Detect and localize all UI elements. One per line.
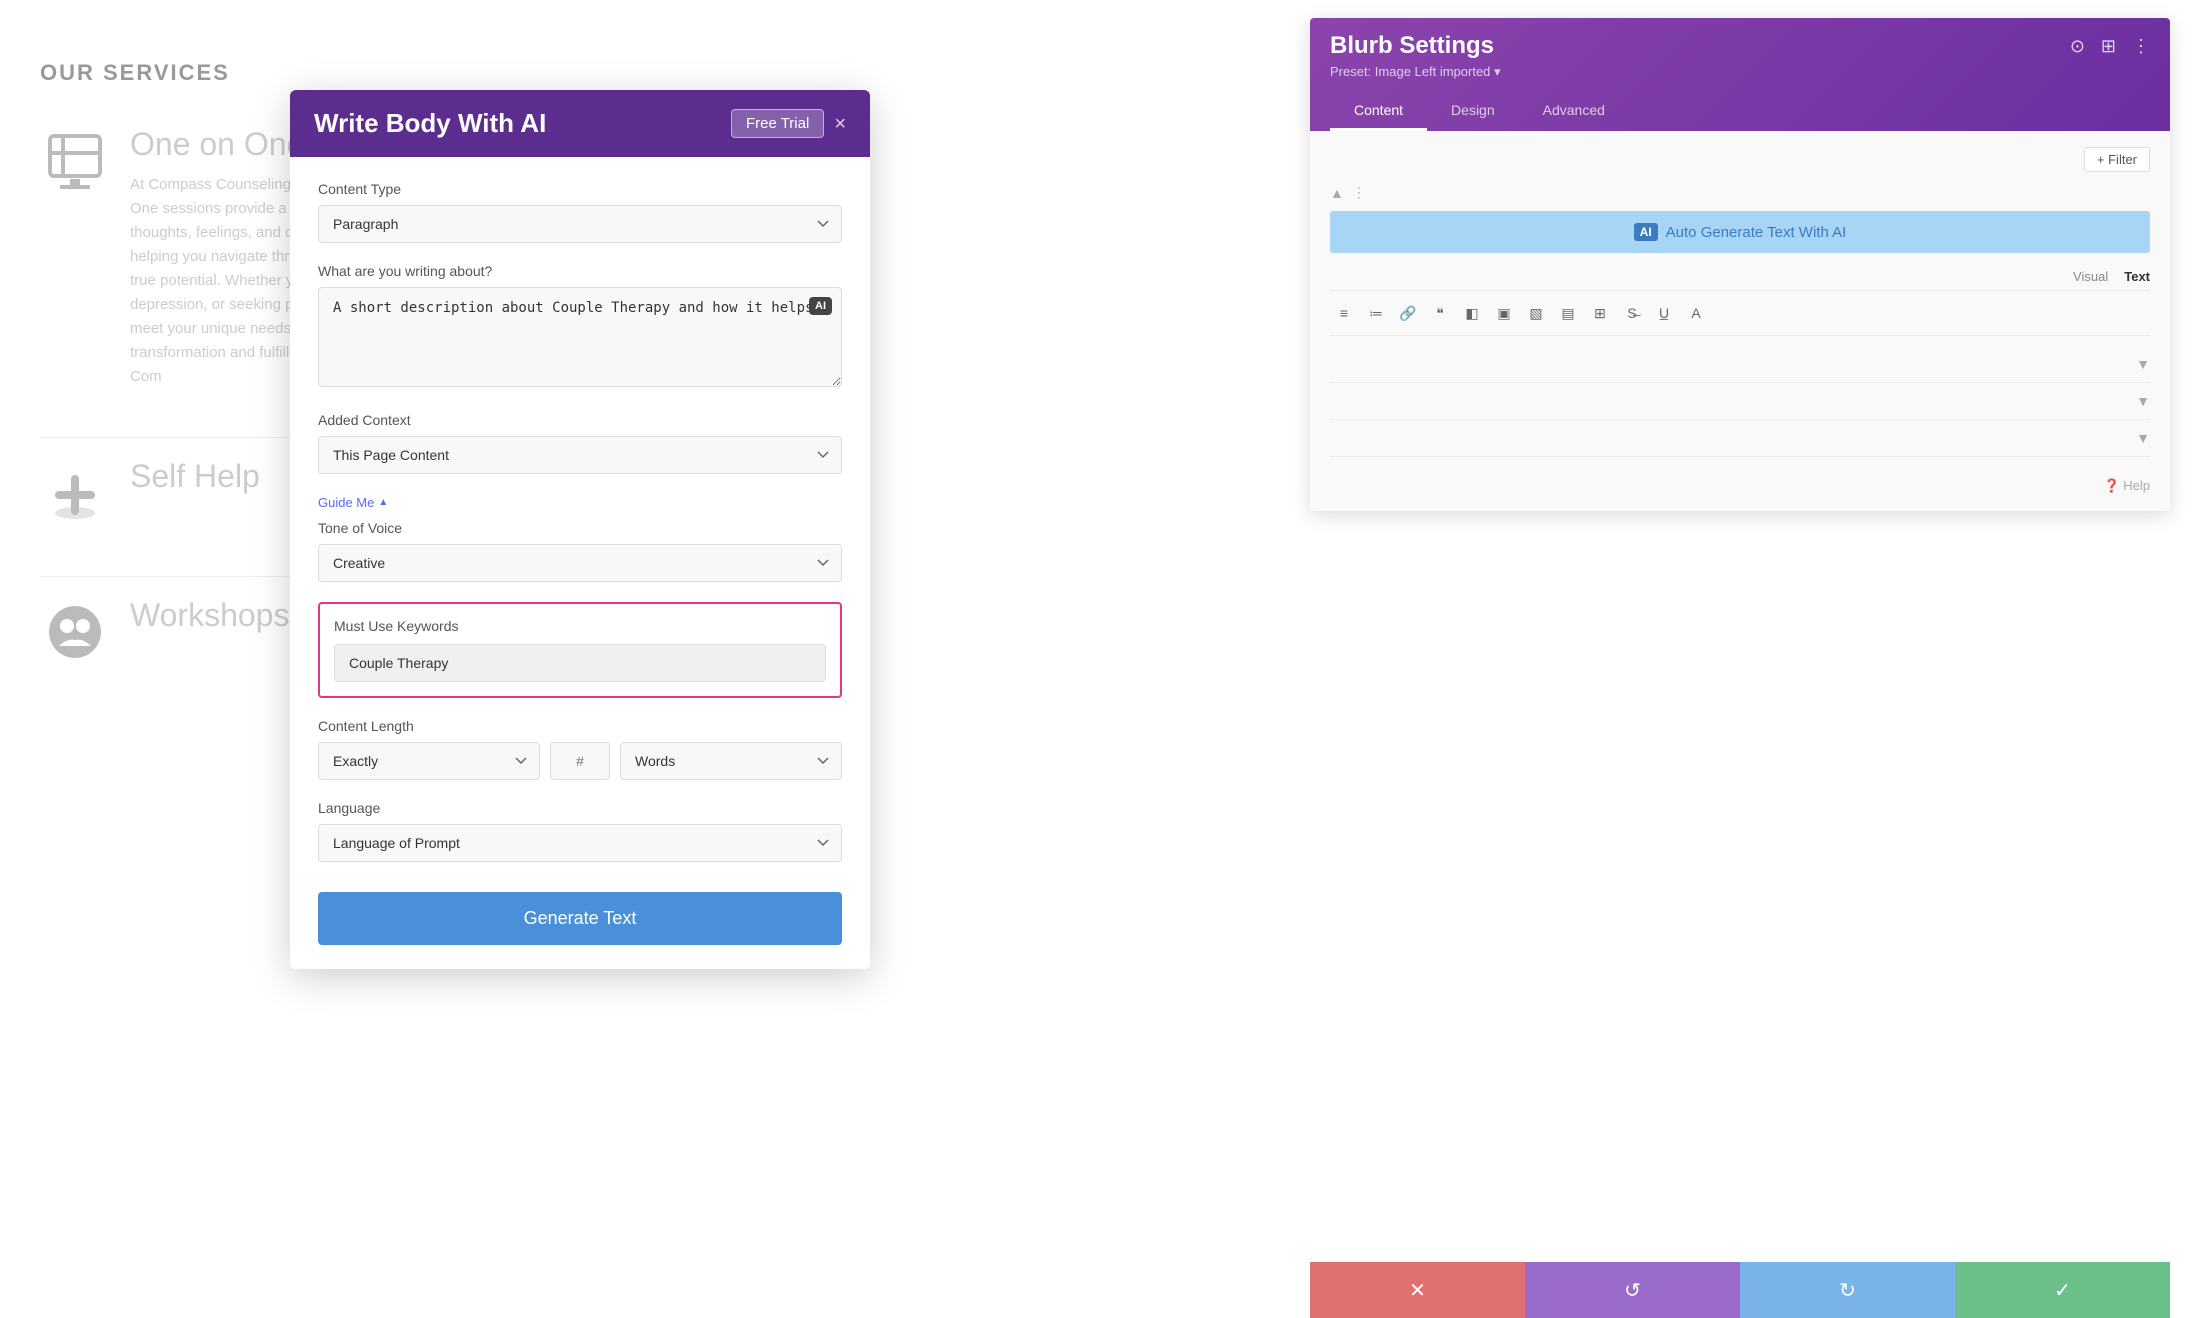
ai-badge: AI [809,297,832,315]
tone-label: Tone of Voice [318,520,842,536]
cancel-button[interactable]: ✕ [1310,1262,1525,1318]
help-icon[interactable]: ❓ [2103,478,2119,493]
toolbar-table[interactable]: ⊞ [1586,299,1614,327]
number-input[interactable] [550,742,610,780]
save-button[interactable]: ✓ [1955,1262,2170,1318]
blurb-body: + Filter ▲ ⋮ AI Auto Generate Text With … [1310,131,2170,511]
auto-generate-button[interactable]: AI Auto Generate Text With AI [1330,211,2150,253]
blurb-header: Blurb Settings ⊙ ⊞ ⋮ Preset: Image Left … [1310,18,2170,131]
collapse-icon-2[interactable]: ▼ [2136,393,2150,409]
toolbar-strikethrough[interactable]: S̶ [1618,299,1646,327]
toolbar-align-center[interactable]: ▣ [1490,299,1518,327]
section-header-row: ▲ ⋮ [1330,184,2150,201]
ai-modal: Write Body With AI Free Trial × Content … [290,90,870,969]
close-modal-button[interactable]: × [834,114,846,134]
text-mode[interactable]: Text [2124,269,2150,284]
section-more-icon[interactable]: ⋮ [1352,184,1366,201]
undo-icon: ↺ [1624,1278,1641,1303]
help-text: ❓ Help [2103,478,2150,493]
services-heading: OUR SERVICES [40,60,400,86]
right-section-2: ▼ [1330,383,2150,420]
tab-content[interactable]: Content [1330,92,1427,131]
visual-text-toggle: Visual Text [1330,269,2150,284]
blurb-tabs: Content Design Advanced [1330,92,2150,131]
chevron-up-icon[interactable]: ▲ [1330,185,1344,201]
tab-advanced[interactable]: Advanced [1519,92,1629,131]
content-length-group: Content Length Exactly About Min Max Wor… [318,718,842,780]
toolbar-align-justify[interactable]: ▤ [1554,299,1582,327]
words-select[interactable]: Words Sentences Paragraphs [620,742,842,780]
one-on-one-icon [40,126,110,196]
blurb-header-icons: ⊙ ⊞ ⋮ [2070,36,2150,57]
ai-modal-title: Write Body With AI [314,108,546,139]
added-context-label: Added Context [318,412,842,428]
guide-me-link[interactable]: Guide Me [318,495,388,510]
added-context-group: Added Context This Page Content None [318,412,842,474]
toolbar-link[interactable]: 🔗 [1394,299,1422,327]
grid-icon[interactable]: ⊞ [2101,36,2116,57]
service-self-help-title: Self Help [130,458,260,495]
ai-icon: AI [1634,223,1658,241]
writing-about-textarea[interactable]: A short description about Couple Therapy… [318,287,842,387]
generate-text-button[interactable]: Generate Text [318,892,842,945]
exactly-select[interactable]: Exactly About Min Max [318,742,540,780]
undo-button[interactable]: ↺ [1525,1262,1740,1318]
language-label: Language [318,800,842,816]
added-context-select[interactable]: This Page Content None [318,436,842,474]
tab-design[interactable]: Design [1427,92,1519,131]
toolbar-align-right[interactable]: ▧ [1522,299,1550,327]
textarea-wrapper: A short description about Couple Therapy… [318,287,842,392]
content-type-label: Content Type [318,181,842,197]
tone-group: Tone of Voice Creative Professional Casu… [318,520,842,582]
editor-toolbar: ≡ ≔ 🔗 ❝ ◧ ▣ ▧ ▤ ⊞ S̶ U̲ A [1330,290,2150,336]
toolbar-list-ordered[interactable]: ≔ [1362,299,1390,327]
blurb-settings-panel: Blurb Settings ⊙ ⊞ ⋮ Preset: Image Left … [1310,18,2170,511]
visual-mode[interactable]: Visual [2073,269,2108,284]
ai-modal-header-right: Free Trial × [731,109,846,138]
keywords-section: Must Use Keywords [318,602,842,698]
target-icon[interactable]: ⊙ [2070,36,2085,57]
language-group: Language Language of Prompt English Span… [318,800,842,862]
redo-button[interactable]: ↻ [1740,1262,1955,1318]
right-section-3: ▼ [1330,420,2150,457]
bottom-action-bar: ✕ ↺ ↻ ✓ [1310,1262,2170,1318]
content-length-label: Content Length [318,718,842,734]
toolbar-quote[interactable]: ❝ [1426,299,1454,327]
tone-select[interactable]: Creative Professional Casual Formal [318,544,842,582]
blurb-subtitle: Preset: Image Left imported ▾ [1330,64,2150,80]
content-length-row: Exactly About Min Max Words Sentences Pa… [318,742,842,780]
service-workshops-text: Workshops [130,597,289,644]
filter-bar: + Filter [1330,147,2150,172]
writing-about-label: What are you writing about? [318,263,842,279]
filter-button[interactable]: + Filter [2084,147,2150,172]
ai-modal-header: Write Body With AI Free Trial × [290,90,870,157]
blurb-title: Blurb Settings [1330,32,1494,60]
collapse-icon-1[interactable]: ▼ [2136,356,2150,372]
ai-modal-body: Content Type Paragraph Bullet Points Lis… [290,157,870,969]
keywords-label: Must Use Keywords [334,618,826,634]
collapse-icon-3[interactable]: ▼ [2136,430,2150,446]
toolbar-underline[interactable]: U̲ [1650,299,1678,327]
language-select[interactable]: Language of Prompt English Spanish Frenc… [318,824,842,862]
service-workshops-title: Workshops [130,597,289,634]
free-trial-badge: Free Trial [731,109,824,138]
auto-generate-label: Auto Generate Text With AI [1666,224,1847,241]
workshops-icon [40,597,110,667]
content-type-group: Content Type Paragraph Bullet Points Lis… [318,181,842,243]
self-help-icon [40,458,110,528]
section-label-1: ▼ [1330,356,2150,372]
service-self-help-text: Self Help [130,458,260,505]
save-icon: ✓ [2054,1278,2071,1303]
toolbar-list-unordered[interactable]: ≡ [1330,299,1358,327]
keywords-input[interactable] [334,644,826,682]
toolbar-align-left[interactable]: ◧ [1458,299,1486,327]
toolbar-color[interactable]: A [1682,299,1710,327]
right-section-1: ▼ [1330,346,2150,383]
redo-icon: ↻ [1839,1278,1856,1303]
more-icon[interactable]: ⋮ [2132,36,2150,57]
cancel-icon: ✕ [1409,1278,1426,1303]
content-type-select[interactable]: Paragraph Bullet Points List [318,205,842,243]
writing-about-group: What are you writing about? A short desc… [318,263,842,392]
